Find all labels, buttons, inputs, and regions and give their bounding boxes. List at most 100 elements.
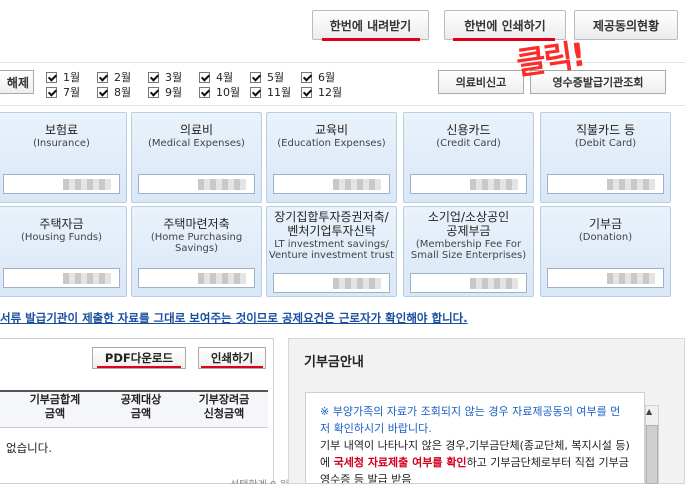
checkbox-icon[interactable]: [97, 86, 108, 98]
tile-title: 직불카드 등: [575, 123, 635, 137]
checkbox-icon[interactable]: [148, 71, 159, 83]
amount-field: [273, 174, 390, 194]
highlight-underline: [97, 366, 181, 368]
category-tile[interactable]: 주택자금 (Housing Funds): [0, 206, 127, 297]
blurred-amount: [607, 179, 655, 190]
checkbox-icon[interactable]: [148, 86, 159, 98]
month-checkbox[interactable]: 3월: [148, 69, 182, 85]
amount-field: [547, 268, 664, 288]
amount-field: [273, 273, 390, 293]
column-header: 공제대상 금액: [120, 393, 162, 420]
column-header: 기부장려금 신청금액: [198, 393, 250, 420]
month-checkbox[interactable]: 1월: [46, 69, 80, 85]
category-tile[interactable]: 의료비 (Medical Expenses): [131, 112, 262, 203]
category-tile[interactable]: 주택마련저축 (Home Purchasing Savings): [131, 206, 262, 297]
tile-title: 소기업/소상공인 공제부금: [427, 210, 510, 238]
checkbox-icon[interactable]: [97, 71, 108, 83]
month-checkbox[interactable]: 12월: [301, 84, 342, 100]
tile-title: 교육비: [314, 123, 349, 137]
tile-subtitle: (Membership Fee For Small Size Enterpris…: [410, 239, 527, 261]
download-all-button[interactable]: 한번에 내려받기: [312, 10, 429, 40]
tile-title: 의료비: [179, 123, 214, 137]
column-header: 기부금합계 금액: [29, 393, 81, 420]
month-checkbox[interactable]: 6월: [301, 69, 335, 85]
blurred-amount: [470, 278, 518, 289]
blurred-amount: [198, 179, 246, 190]
amount-field: [547, 174, 664, 194]
month-checkbox[interactable]: 2월: [97, 69, 131, 85]
month-checkbox[interactable]: 5월: [250, 69, 284, 85]
month-label: 2월: [114, 71, 132, 84]
deselect-button[interactable]: 해제: [0, 70, 34, 94]
medical-report-button[interactable]: 의료비신고: [438, 70, 524, 94]
checkbox-icon[interactable]: [199, 86, 210, 98]
month-label: 7월: [63, 86, 81, 99]
click-annotation: 클릭!: [513, 35, 587, 83]
guide-title: 기부금안내: [304, 355, 364, 370]
amount-field: [3, 268, 120, 288]
month-checkbox[interactable]: 9월: [148, 84, 182, 100]
amount-field: [138, 174, 255, 194]
month-checkbox[interactable]: 4월: [199, 69, 233, 85]
empty-message: 없습니다.: [6, 441, 52, 455]
blurred-amount: [198, 273, 246, 284]
checkbox-icon[interactable]: [301, 86, 312, 98]
highlight-underline: [201, 366, 263, 368]
amount-field: [138, 268, 255, 288]
checkbox-icon[interactable]: [250, 71, 261, 83]
tile-subtitle: (Home Purchasing Savings): [150, 232, 243, 254]
blurred-amount: [333, 278, 381, 289]
tile-subtitle: (Education Expenses): [277, 138, 386, 149]
checkbox-icon[interactable]: [301, 71, 312, 83]
tile-subtitle: (Credit Card): [436, 138, 501, 149]
tile-subtitle: (Debit Card): [574, 138, 637, 149]
tile-subtitle: (Medical Expenses): [148, 138, 245, 149]
amount-field: [3, 174, 120, 194]
notice-link[interactable]: 서류 발급기관이 제출한 자료를 그대로 보여주는 것이므로 공제요건은 근로자…: [0, 310, 468, 326]
month-label: 3월: [165, 71, 183, 84]
category-tile[interactable]: 신용카드 (Credit Card): [403, 112, 534, 203]
month-checkbox[interactable]: 8월: [97, 84, 131, 100]
scroll-thumb[interactable]: [646, 425, 658, 484]
tile-title: 장기집합투자증권저축/ 벤처기업투자신탁: [274, 210, 389, 238]
blurred-amount: [63, 273, 111, 284]
amount-field: [410, 174, 527, 194]
blurred-amount: [63, 179, 111, 190]
selection-summary: 선택합계 0 원: [230, 476, 289, 484]
checkbox-icon[interactable]: [46, 71, 57, 83]
guide-note: ※ 부양가족의 자료가 조회되지 않는 경우 자료제공동의 여부를 먼저 확인하…: [320, 405, 621, 435]
checkbox-icon[interactable]: [250, 86, 261, 98]
checkbox-icon[interactable]: [199, 71, 210, 83]
month-label: 10월: [216, 86, 241, 99]
category-tile[interactable]: 기부금 (Donation): [540, 206, 671, 297]
checkbox-icon[interactable]: [46, 86, 57, 98]
tile-subtitle: (Donation): [578, 232, 633, 243]
month-label: 4월: [216, 71, 234, 84]
blurred-amount: [607, 273, 655, 284]
month-label: 5월: [267, 71, 285, 84]
month-label: 1월: [63, 71, 81, 84]
blurred-amount: [333, 179, 381, 190]
tile-subtitle: LT investment savings/ Venture investmen…: [268, 239, 395, 261]
tile-title: 보험료: [44, 123, 79, 137]
scroll-up-icon[interactable]: ▲: [646, 407, 652, 416]
month-label: 6월: [318, 71, 336, 84]
category-tile[interactable]: 직불카드 등 (Debit Card): [540, 112, 671, 203]
tile-title: 주택마련저축: [163, 217, 230, 231]
tile-title: 주택자금: [39, 217, 84, 231]
consent-status-button[interactable]: 제공동의현황: [574, 10, 678, 40]
month-label: 11월: [267, 86, 292, 99]
category-tile[interactable]: 보험료 (Insurance): [0, 112, 127, 203]
month-label: 8월: [114, 86, 132, 99]
category-tile[interactable]: 장기집합투자증권저축/ 벤처기업투자신탁 LT investment saving…: [266, 206, 397, 297]
month-checkbox[interactable]: 11월: [250, 84, 291, 100]
amount-field: [410, 273, 527, 293]
month-checkbox[interactable]: 7월: [46, 84, 80, 100]
highlight-underline: [322, 38, 420, 41]
month-checkbox[interactable]: 10월: [199, 84, 240, 100]
category-tile[interactable]: 교육비 (Education Expenses): [266, 112, 397, 203]
blurred-amount: [470, 179, 518, 190]
guide-emphasis: 국세청 자료제출 여부를 확인: [333, 456, 467, 469]
category-tile[interactable]: 소기업/소상공인 공제부금 (Membership Fee For Small S…: [403, 206, 534, 297]
month-label: 9월: [165, 86, 183, 99]
